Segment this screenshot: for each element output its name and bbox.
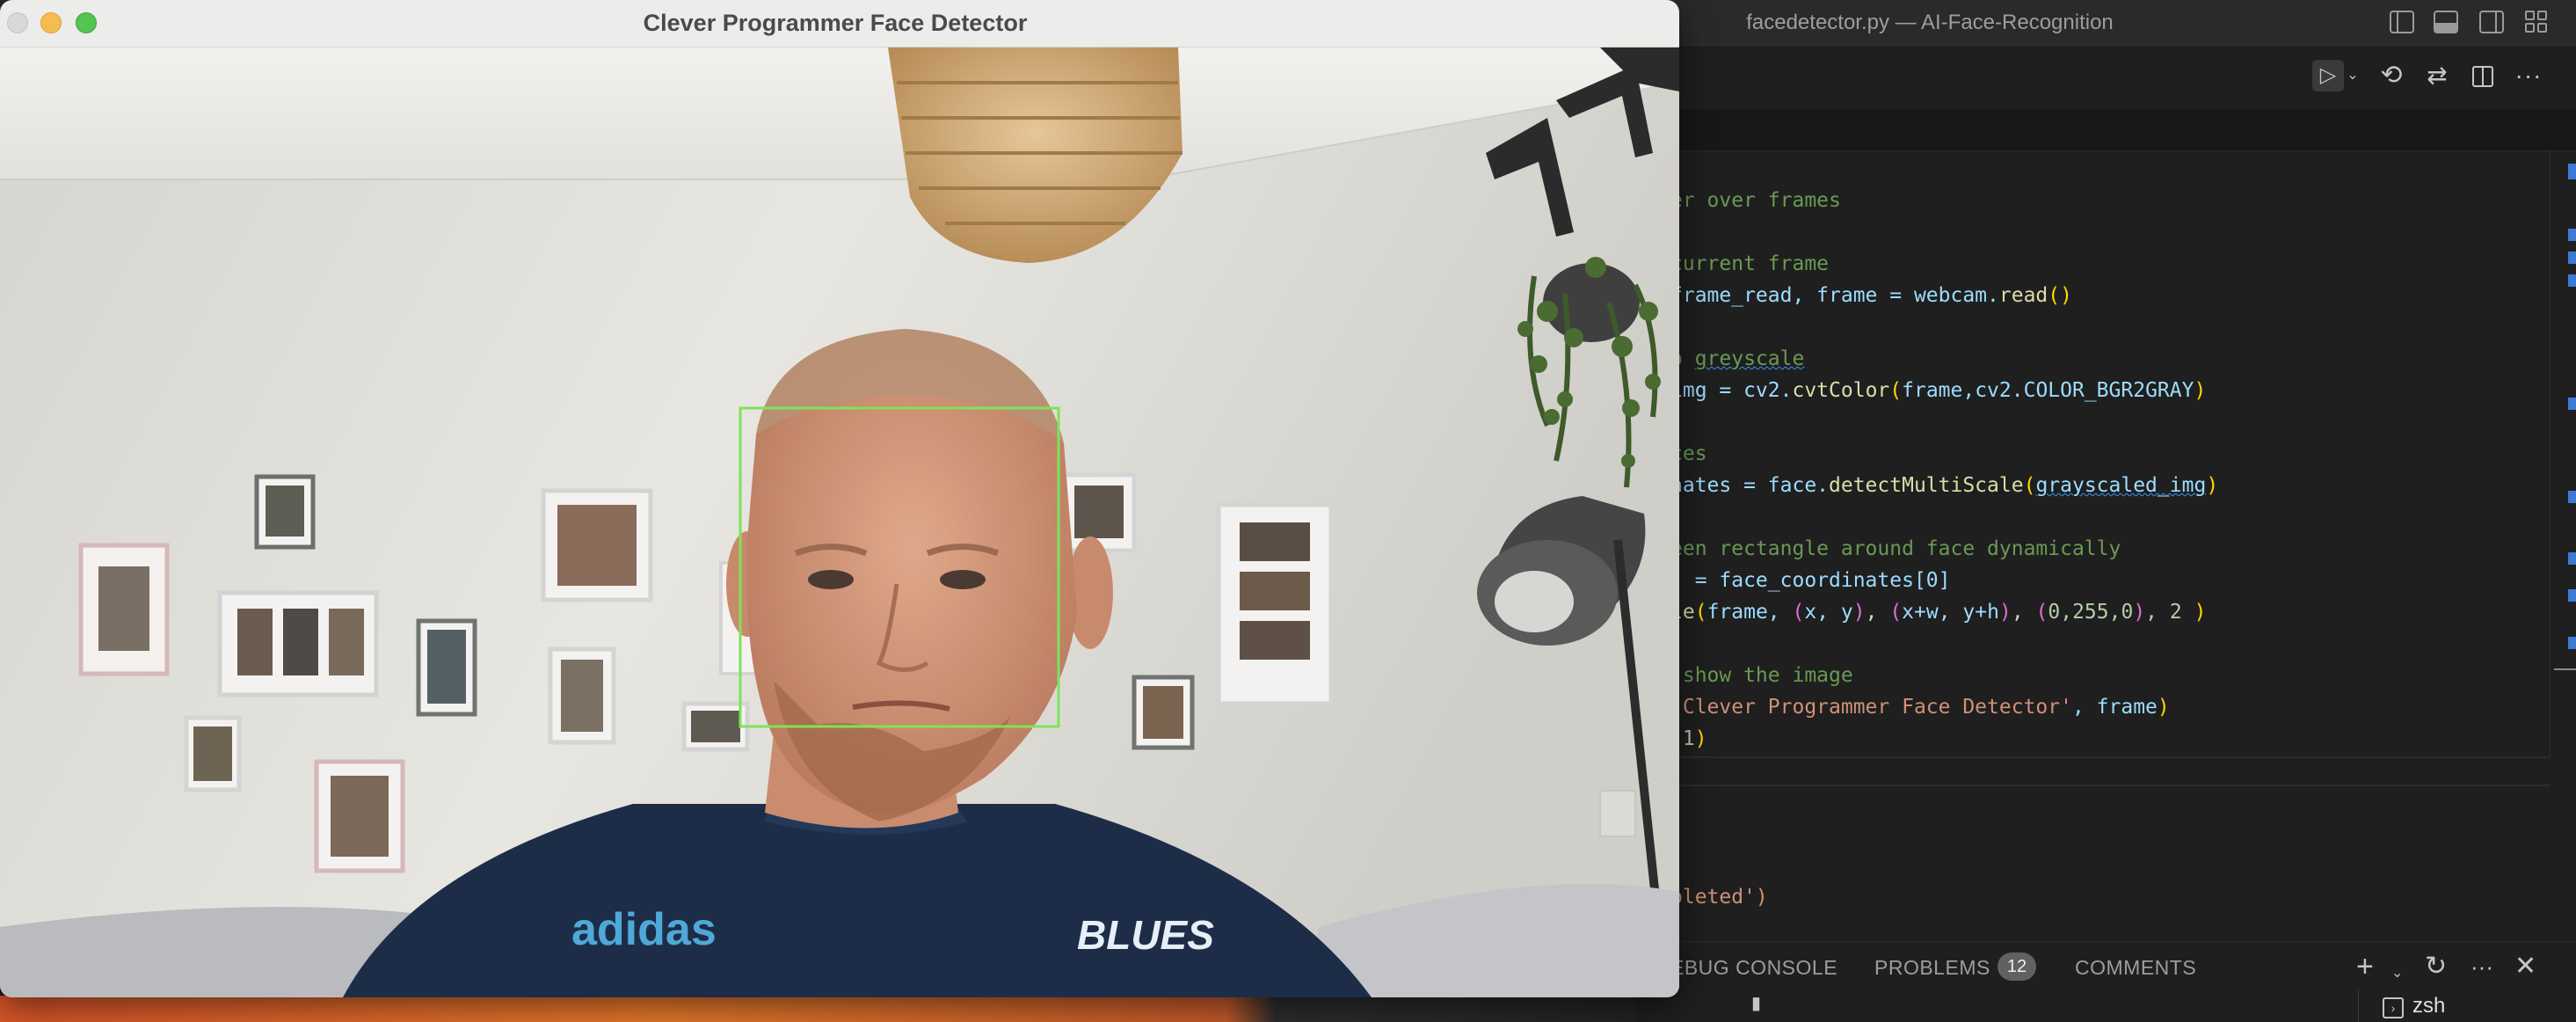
- code-line: nates = face.detectMultiScale(grayscaled…: [1670, 474, 2219, 497]
- vscode-window-title: facedetector.py — AI-Face-Recognition: [1746, 11, 2114, 34]
- toggle-secondary-sidebar-icon[interactable]: [2479, 11, 2504, 33]
- code-line: show the image: [1670, 664, 1853, 687]
- split-editor-icon[interactable]: [2465, 60, 2500, 91]
- shirt-team-logo: BLUES: [1077, 912, 1214, 958]
- terminal-shell-name[interactable]: zsh: [2412, 994, 2445, 1018]
- code-line: er over frames: [1670, 189, 1841, 212]
- close-panel-icon[interactable]: ✕: [2514, 951, 2536, 982]
- code-line: een rectangle around face dynamically: [1670, 537, 2121, 560]
- problems-count-badge: 12: [1997, 953, 2036, 981]
- code-line: le(frame, (x, y), (x+w, y+h), (0,255,0),…: [1670, 601, 2207, 624]
- code-line: img = cv2.cvtColor(frame,cv2.COLOR_BGR2G…: [1670, 379, 2207, 402]
- panel-more-actions-icon[interactable]: ···: [2470, 951, 2493, 982]
- face-detector-window: Clever Programmer Face Detector adidas B…: [0, 0, 1679, 997]
- webcam-feed-image: adidas BLUES: [0, 47, 1679, 997]
- code-line: pleted'): [1670, 886, 1768, 909]
- code-line: 'Clever Programmer Face Detector', frame…: [1670, 696, 2170, 719]
- current-line-highlight: [1635, 756, 2550, 786]
- shirt-brand-logo: adidas: [571, 904, 717, 955]
- timeline-history-icon[interactable]: ⟲: [2374, 60, 2409, 91]
- more-actions-icon[interactable]: ···: [2511, 60, 2546, 91]
- code-line: frame_read, frame = webcam.read(): [1670, 284, 2072, 307]
- panel-tabs-bar: EBUG CONSOLE PROBLEMS 12 COMMENTS + ⌄ ↻ …: [1635, 941, 2576, 990]
- open-changes-icon[interactable]: ⇄: [2420, 60, 2455, 91]
- face-detector-titlebar[interactable]: Clever Programmer Face Detector: [0, 0, 1679, 47]
- customize-layout-icon[interactable]: [2525, 11, 2548, 33]
- toggle-panel-icon[interactable]: [2434, 11, 2458, 33]
- code-line: current frame: [1670, 252, 1830, 275]
- code-editor[interactable]: er over frames current frame frame_read,…: [1635, 151, 2550, 909]
- editor-tabs-strip: [1635, 109, 2576, 151]
- new-terminal-plus-icon[interactable]: +: [2356, 951, 2374, 982]
- minimap-scrollbar[interactable]: [2550, 151, 2576, 758]
- terminal-shell-icon: ›: [2383, 997, 2404, 1018]
- terminal-divider: [2358, 990, 2359, 1022]
- run-python-file-button[interactable]: ▷: [2312, 60, 2344, 91]
- tab-debug-console[interactable]: EBUG CONSOLE: [1670, 956, 1837, 980]
- run-options-chevron-down-icon[interactable]: ⌄: [2344, 60, 2361, 91]
- terminal-profiles-chevron-down-icon[interactable]: ⌄: [2391, 958, 2403, 989]
- tab-problems[interactable]: PROBLEMS: [1874, 956, 1990, 980]
- desktop-wallpaper-strip: [0, 996, 1635, 1022]
- editor-actions-bar: ▷ ⌄ ⟲ ⇄ ···: [1635, 46, 2576, 109]
- terminal-area[interactable]: ▮ › zsh: [1635, 990, 2576, 1022]
- code-line: o greyscale: [1670, 347, 1805, 370]
- terminal-cursor-icon: ▮: [1751, 994, 1762, 1013]
- toggle-primary-sidebar-icon[interactable]: [2390, 11, 2414, 33]
- face-detector-window-title: Clever Programmer Face Detector: [643, 10, 1028, 36]
- code-line: ) = face_coordinates[0]: [1670, 569, 1951, 592]
- tab-comments[interactable]: COMMENTS: [2075, 956, 2196, 980]
- restart-terminal-icon[interactable]: ↻: [2425, 951, 2447, 982]
